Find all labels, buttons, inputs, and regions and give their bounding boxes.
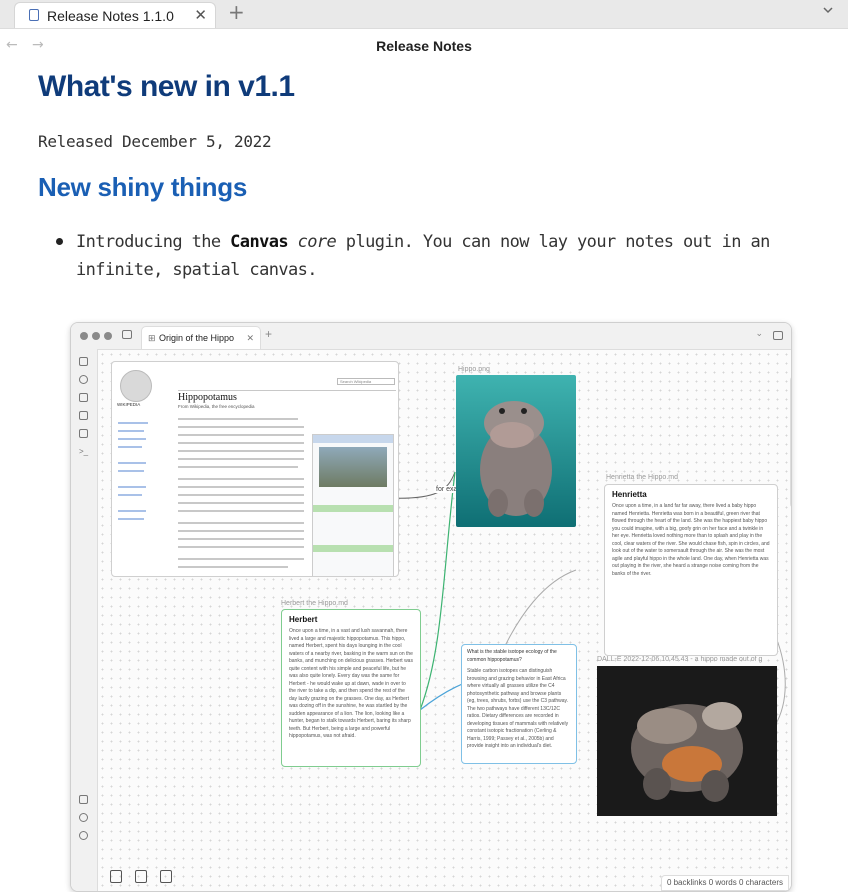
herbert-body: Once upon a time, in a vast and lush sav… [289, 628, 413, 739]
question-heading: What is the stable isotope ecology of th… [467, 649, 557, 663]
chevron-down-icon[interactable] [822, 4, 834, 16]
right-sidebar-icon [773, 331, 783, 340]
new-tab-button[interactable]: + [228, 0, 245, 24]
graph-icon [79, 375, 88, 384]
question-icon [79, 813, 88, 822]
add-media-icon [135, 870, 147, 883]
canvas-term: Canvas [230, 232, 288, 252]
gear-icon [79, 831, 88, 840]
help-icon [79, 795, 88, 804]
henrietta-body: Once upon a time, in a land far far away… [612, 503, 770, 577]
sidebar-toggle-icon [122, 330, 132, 339]
henrietta-file-label: Henrietta the Hippo.md [606, 474, 678, 481]
wiki-search-input: Search Wikipedia [337, 378, 395, 385]
dalle-file-label: DALL-E 2022-12-06 10.45.43 - a hippo mad… [597, 656, 763, 663]
hippo-png-label: Hippo.png [458, 366, 490, 373]
calendar-icon [79, 411, 88, 420]
wikipedia-logo-text: WIKIPEDIA [117, 402, 141, 407]
canvas-icon: ⊞ [148, 333, 156, 343]
henrietta-heading: Henrietta [612, 490, 647, 499]
question-card: What is the stable isotope ecology of th… [461, 644, 577, 764]
heading-2: New shiny things [38, 172, 248, 202]
tab-release-notes[interactable]: Release Notes 1.1.0 ✕ [14, 2, 216, 28]
note-content[interactable]: What's new in v1.1 Released December 5, … [0, 62, 848, 892]
window-dot-icon [80, 332, 88, 340]
screenshot-tab-bar: ⊞ Origin of the Hippo ✕ + ⌄ [71, 323, 791, 350]
window-dot-icon [104, 332, 112, 340]
status-bar: 0 backlinks 0 words 0 characters [660, 875, 789, 891]
wiki-subtitle: From Wikipedia, the free encyclopedia [178, 404, 255, 409]
new-tab-icon: + [265, 327, 273, 341]
canvas-screenshot-image: ⊞ Origin of the Hippo ✕ + ⌄ >_ for examp… [70, 322, 792, 892]
window-dot-icon [92, 332, 100, 340]
canvas-icon [79, 393, 88, 402]
wikipedia-logo-icon [120, 370, 152, 402]
screenshot-tab: ⊞ Origin of the Hippo ✕ [141, 326, 261, 349]
henrietta-card: Henrietta Once upon a time, in a land fa… [604, 484, 778, 656]
infobox-photo [319, 447, 387, 487]
canvas-area: for example WIKIPEDIA Search Wikipedia H… [98, 350, 791, 891]
hippo-photo [456, 375, 576, 527]
tab-title: Release Notes 1.1.0 [47, 8, 174, 24]
bullet-item: Introducing the Canvas core plugin. You … [76, 232, 770, 280]
release-date: Released December 5, 2022 [38, 132, 272, 151]
chevron-down-icon: ⌄ [755, 328, 763, 338]
view-title: Release Notes [376, 38, 472, 54]
wikipedia-card: WIKIPEDIA Search Wikipedia Hippopotamus … [111, 361, 399, 577]
add-file-icon [160, 870, 172, 883]
canvas-controls: + ⛶ − # ↶ ↷ [790, 376, 791, 508]
heading-1: What's new in v1.1 [38, 70, 295, 103]
screenshot-tab-title: Origin of the Hippo [159, 333, 235, 343]
document-icon [29, 9, 39, 21]
screenshot-ribbon: >_ [71, 349, 98, 891]
herbert-heading: Herbert [289, 615, 318, 624]
close-icon[interactable]: ✕ [194, 6, 207, 24]
herbert-card: Herbert Once upon a time, in a vast and … [281, 609, 421, 767]
nav-bar: ← → Release Notes [0, 29, 848, 61]
wiki-infobox [312, 434, 394, 576]
terminal-icon: >_ [79, 447, 89, 456]
bullet-marker [56, 238, 63, 245]
close-icon: ✕ [246, 333, 254, 343]
copy-icon [79, 429, 88, 438]
herbert-file-label: Herbert the Hippo.md [281, 600, 348, 607]
add-note-icon [110, 870, 122, 883]
edge-hippo-herbert [419, 471, 456, 711]
files-icon [79, 357, 88, 366]
question-body: Stable carbon isotopes can distinguish b… [467, 668, 569, 749]
tab-bar: Release Notes 1.1.0 ✕ + [0, 0, 848, 29]
wiki-article-title: Hippopotamus [178, 392, 237, 403]
dalle-hippo-image [597, 666, 777, 816]
